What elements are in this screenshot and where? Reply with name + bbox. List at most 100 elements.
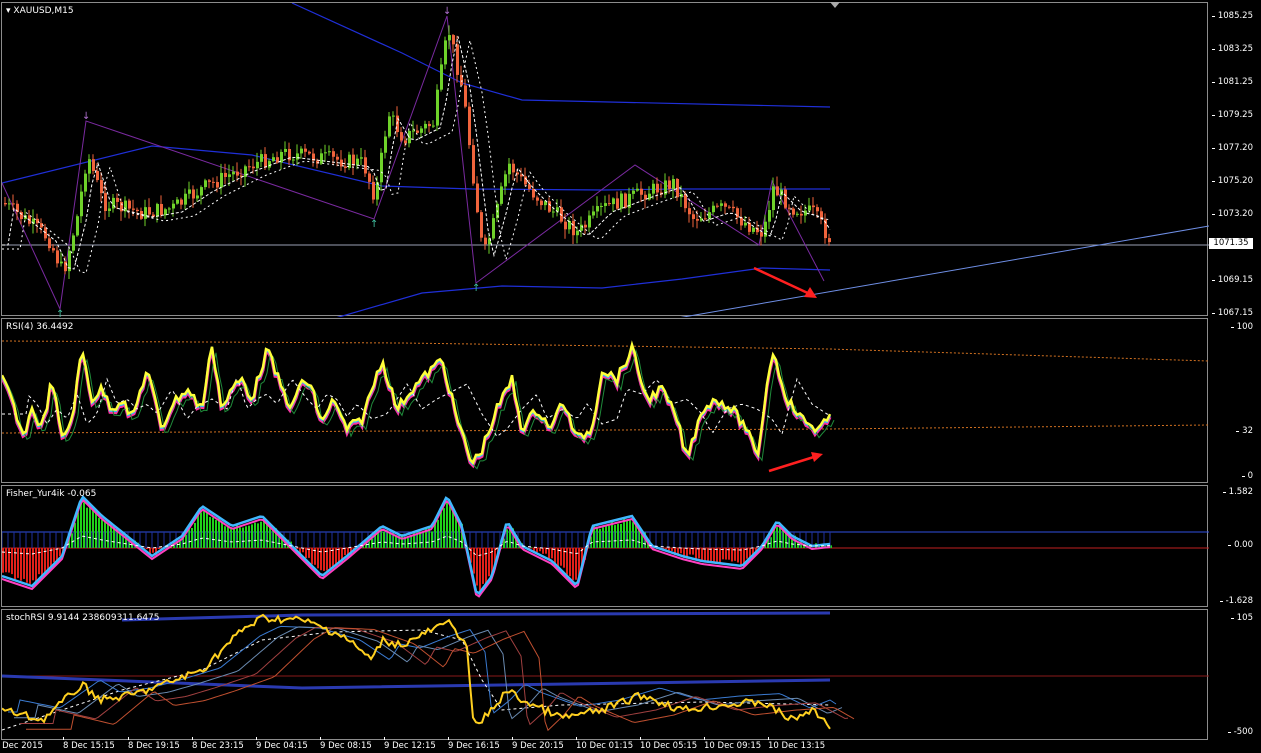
candle-body [48,238,51,249]
candle-body [200,187,203,196]
candle-body [564,221,567,230]
time-label: 9 Dec 16:15 [448,737,500,751]
stochrsi-axis: 105 -500 [1209,609,1261,740]
rsi-main-line [2,340,832,465]
candle-body [616,198,619,209]
candle-body [116,197,119,202]
candle-body [724,203,727,207]
fisher-positive-bar [389,532,391,548]
candle-body [752,227,755,232]
candle-body [528,184,531,189]
price-chart-pane[interactable]: ↓ ↑ ↓ ↑ ↑ ▾ XAUUSD,M15 [1,2,1209,317]
stochrsi-top-band [121,611,831,622]
candle-body [372,181,375,200]
fisher-negative-bar [740,548,742,567]
fisher-positive-bar [119,533,121,548]
candle-body [420,128,423,133]
fisher-positive-bar [107,524,109,548]
fractal-arrow-icon: ↑ [472,283,480,294]
time-label: 10 Dec 01:15 [576,737,634,751]
candle-body [60,261,63,264]
fisher-positive-bar [437,519,439,548]
chart-shift-marker-icon[interactable] [830,2,840,8]
candle-body [768,210,771,222]
fisher-positive-bar [71,533,73,548]
candle-body [668,180,671,190]
candle-body [688,208,691,215]
chart-title-row: ▾ XAUUSD,M15 [6,6,74,16]
fisher-positive-bar [89,505,91,548]
rsi-pane[interactable]: RSI(4) 36.4492 [1,318,1209,483]
fisher-tick: 0.00 [1228,540,1253,550]
fisher-negative-bar [665,548,667,550]
fisher-negative-bar [59,548,61,557]
rsi-tick: 0 [1241,471,1253,481]
candle-body [816,207,819,212]
fisher-positive-bar [215,519,217,548]
candle-body [500,186,503,204]
candle-body [744,222,747,226]
fisher-pane[interactable]: Fisher_Yur4ik -0.065 [1,485,1209,607]
candle-body [228,174,231,177]
time-label: 8 Dec 15:15 [63,737,115,751]
fisher-positive-bar [599,528,601,548]
fisher-negative-bar [152,548,154,553]
candle-body [168,208,171,210]
fisher-negative-bar [473,548,475,574]
candle-body [56,250,59,264]
chart-menu-chevron-icon[interactable]: ▾ [6,6,11,16]
candle-body [612,198,615,205]
candle-body [192,189,195,199]
candle-body [692,214,695,219]
candle-body [104,193,107,211]
fisher-positive-bar [197,514,199,548]
candle-body [52,248,55,251]
candle-body [428,123,431,127]
candle-body [684,194,687,209]
candle-body [308,151,311,154]
fisher-positive-bar [629,520,631,548]
fisher-negative-bar [29,548,31,584]
candle-body [172,203,175,209]
candle-body [232,171,235,175]
price-tick: 1069.15 [1211,275,1253,285]
chart-symbol-title: XAUUSD,M15 [13,6,74,16]
fisher-negative-bar [698,548,700,559]
candle-body [588,215,591,228]
fisher-negative-bar [47,548,49,571]
candle-body [552,211,555,213]
fisher-negative-bar [680,548,682,554]
fisher-negative-bar [38,548,40,575]
stochrsi-pane[interactable]: stochRSI 9.9144 238609311.6475 [1,609,1209,740]
fisher-negative-bar [311,548,313,565]
candle-body [348,154,351,168]
candle-body [180,199,183,205]
candle-body [88,159,91,174]
candle-body [156,203,159,217]
candle-body [800,213,803,216]
fisher-positive-bar [77,512,79,548]
fisher-negative-bar [668,548,670,551]
fisher-axis: 1.582 0.00 -1.628 [1209,485,1261,607]
candle-body [384,136,387,153]
candle-body [268,161,271,168]
fisher-positive-bar [209,516,211,548]
candle-body [636,188,639,191]
fisher-negative-bar [710,548,712,563]
candle-body [296,153,299,160]
candle-body [380,152,383,183]
fisher-negative-bar [23,548,25,579]
candle-body [728,206,731,208]
candle-body [788,207,791,209]
candle-body [224,172,227,177]
stochrsi-tick: 105 [1230,613,1253,623]
candle-body [304,148,307,152]
candle-body [412,130,415,132]
candle-body [352,154,355,166]
candle-body [808,205,811,211]
candle-body [716,205,719,207]
candle-body [596,206,599,212]
fisher-negative-bar [482,548,484,584]
candle-body [576,230,579,236]
candle-body [136,209,139,212]
